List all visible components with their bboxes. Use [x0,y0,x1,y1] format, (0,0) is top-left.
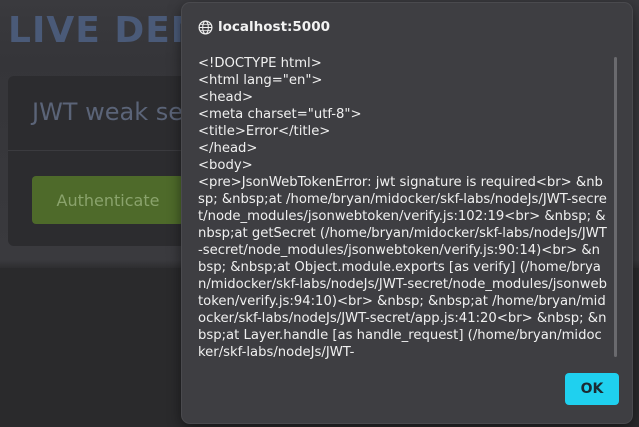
dialog-message: <!DOCTYPE html> <html lang="en"> <head> … [198,56,607,360]
globe-icon [198,20,213,35]
alert-dialog: localhost:5000 <!DOCTYPE html> <html lan… [182,3,632,423]
card-title: JWT weak se [32,98,183,126]
authenticate-button[interactable]: Authenticate [32,176,184,224]
dialog-origin: localhost:5000 [198,19,330,35]
page-title: LIVE DEM [8,10,208,51]
dialog-origin-label: localhost:5000 [218,19,330,35]
ok-button[interactable]: OK [565,373,619,405]
message-scrollbar[interactable] [614,57,617,357]
